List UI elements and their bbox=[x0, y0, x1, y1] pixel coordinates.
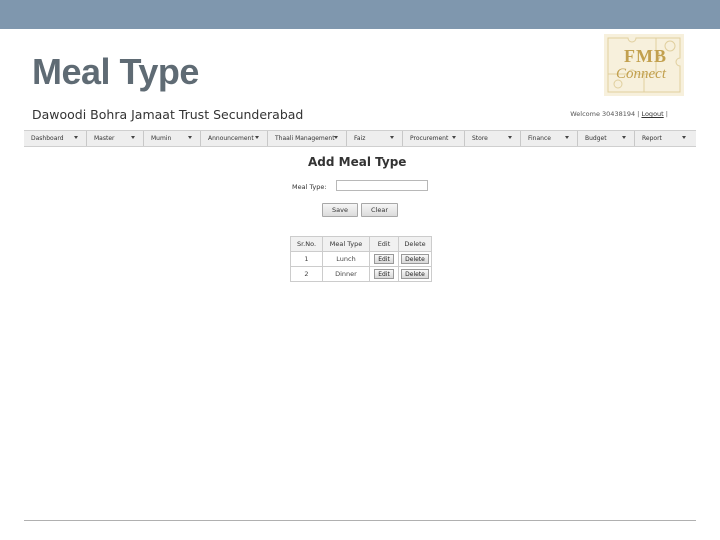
form-heading: Add Meal Type bbox=[308, 155, 407, 169]
menu-procurement[interactable]: Procurement bbox=[403, 131, 465, 146]
caret-down-icon bbox=[682, 136, 686, 139]
menu-store[interactable]: Store bbox=[465, 131, 521, 146]
menu-faiz[interactable]: Faiz bbox=[347, 131, 403, 146]
menu-label: Finance bbox=[528, 135, 551, 142]
cell-edit: Edit bbox=[369, 266, 399, 282]
cell-edit: Edit bbox=[369, 251, 399, 267]
table-row: 2 Dinner Edit Delete bbox=[290, 266, 432, 282]
cell-meal-type: Lunch bbox=[322, 251, 370, 267]
cell-delete: Delete bbox=[398, 251, 432, 267]
menu-label: Budget bbox=[585, 135, 607, 142]
caret-down-icon bbox=[334, 136, 338, 139]
logout-link[interactable]: Logout bbox=[641, 110, 663, 118]
menu-label: Announcement bbox=[208, 135, 254, 142]
caret-down-icon bbox=[508, 136, 512, 139]
cell-sr-no: 1 bbox=[290, 251, 323, 267]
menu-master[interactable]: Master bbox=[87, 131, 144, 146]
menu-budget[interactable]: Budget bbox=[578, 131, 635, 146]
meal-type-table: Sr.No. Meal Type Edit Delete 1 Lunch Edi… bbox=[290, 236, 432, 282]
menu-label: Thaali Management bbox=[275, 135, 335, 142]
delete-button[interactable]: Delete bbox=[401, 254, 429, 264]
caret-down-icon bbox=[131, 136, 135, 139]
menu-label: Store bbox=[472, 135, 488, 142]
column-header-sr-no: Sr.No. bbox=[290, 236, 323, 252]
cell-delete: Delete bbox=[398, 266, 432, 282]
caret-down-icon bbox=[188, 136, 192, 139]
caret-down-icon bbox=[74, 136, 78, 139]
menu-finance[interactable]: Finance bbox=[521, 131, 578, 146]
menu-report[interactable]: Report bbox=[635, 131, 694, 146]
menu-thaali-management[interactable]: Thaali Management bbox=[268, 131, 347, 146]
menu-dashboard[interactable]: Dashboard bbox=[24, 131, 87, 146]
table-header-row: Sr.No. Meal Type Edit Delete bbox=[290, 236, 432, 252]
footer-divider bbox=[24, 520, 696, 521]
welcome-area: Welcome 30438194 | Logout | bbox=[570, 110, 668, 118]
clear-button[interactable]: Clear bbox=[361, 203, 398, 217]
caret-down-icon bbox=[622, 136, 626, 139]
app-header: Dawoodi Bohra Jamaat Trust Secunderabad … bbox=[24, 103, 696, 129]
slide-title: Meal Type bbox=[32, 51, 199, 92]
column-header-delete: Delete bbox=[398, 236, 432, 252]
menu-announcement[interactable]: Announcement bbox=[201, 131, 268, 146]
save-button[interactable]: Save bbox=[322, 203, 358, 217]
logo-text-primary: FMB bbox=[624, 46, 667, 66]
column-header-edit: Edit bbox=[369, 236, 399, 252]
caret-down-icon bbox=[565, 136, 569, 139]
menu-label: Faiz bbox=[354, 135, 366, 142]
cell-meal-type: Dinner bbox=[322, 266, 370, 282]
column-header-meal-type: Meal Type bbox=[322, 236, 370, 252]
main-menu-bar: Dashboard Master Mumin Announcement Thaa… bbox=[24, 130, 696, 147]
caret-down-icon bbox=[390, 136, 394, 139]
app-window: Dawoodi Bohra Jamaat Trust Secunderabad … bbox=[24, 103, 696, 282]
app-title: Dawoodi Bohra Jamaat Trust Secunderabad bbox=[32, 107, 304, 122]
menu-label: Mumin bbox=[151, 135, 172, 142]
meal-type-label: Meal Type: bbox=[292, 183, 327, 191]
logo-text-secondary: Connect bbox=[616, 66, 666, 82]
edit-button[interactable]: Edit bbox=[374, 269, 394, 279]
caret-down-icon bbox=[452, 136, 456, 139]
fmb-connect-logo: FMB Connect bbox=[600, 32, 688, 98]
menu-label: Master bbox=[94, 135, 115, 142]
edit-button[interactable]: Edit bbox=[374, 254, 394, 264]
welcome-suffix: | bbox=[665, 110, 668, 118]
welcome-text: Welcome 30438194 | bbox=[570, 110, 640, 118]
caret-down-icon bbox=[255, 136, 259, 139]
delete-button[interactable]: Delete bbox=[401, 269, 429, 279]
cell-sr-no: 2 bbox=[290, 266, 323, 282]
slide-header-bar bbox=[0, 0, 720, 29]
table-row: 1 Lunch Edit Delete bbox=[290, 251, 432, 267]
menu-mumin[interactable]: Mumin bbox=[144, 131, 201, 146]
menu-label: Dashboard bbox=[31, 135, 64, 142]
menu-label: Report bbox=[642, 135, 662, 142]
meal-type-input[interactable] bbox=[336, 180, 428, 191]
menu-label: Procurement bbox=[410, 135, 449, 142]
